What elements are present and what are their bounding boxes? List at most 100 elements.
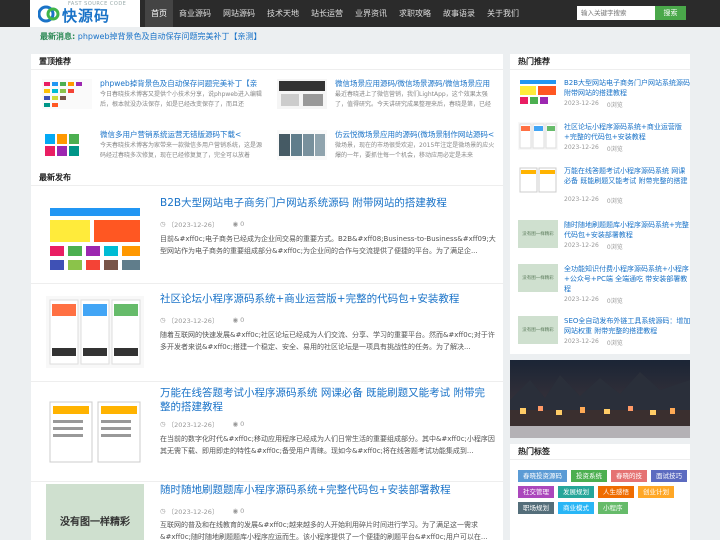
nav-about[interactable]: 关于我们 [481,0,525,27]
tag-item[interactable]: 人生感悟 [598,486,634,498]
tag-item[interactable]: 创业计划 [638,486,674,498]
featured-thumb[interactable] [42,79,92,109]
sidebar-banner[interactable] [510,360,690,438]
rec-thumb[interactable]: 没有图一样精彩 [518,316,558,344]
featured-item-desc: 今天春晓技术博客为家带来一款微信多用户营销系统，这是源码经过春晓多次修复，现在已… [100,142,262,159]
featured-item-title[interactable]: 微信多用户营销系统运营无错版源码下载< [100,129,260,140]
article-comments[interactable]: ◉ 0 [232,506,244,516]
eye-icon: ◉ [232,507,239,515]
nav-webmaster[interactable]: 站长运营 [305,0,349,27]
thumbnail-image [46,204,144,276]
rec-item-title[interactable]: SEO全自动发布外链工具系统源码：增加网站权重 附带完整的搭建教程 [564,316,692,337]
nav-tech[interactable]: 技术天地 [261,0,305,27]
article-title[interactable]: B2B大型网站电子商务门户网站系统源码 附带网站的搭建教程 [160,196,490,210]
tag-item[interactable]: 商业模式 [558,502,594,514]
top-header: FAST SOURCE CODE 快源码 首页 商业源码 网站源码 技术天地 站… [0,0,720,27]
latest-title: 最新发布 [31,170,503,186]
featured-title: 置顶推荐 [31,54,503,70]
sidebar-tags-panel: 热门标签 春晓投资源码 投资系统 春晓的技 面试技巧 社交管理 发展规划 人生感… [510,444,690,540]
no-image-placeholder: 没有图一样精彩 [518,220,558,248]
featured-item[interactable]: phpweb掉背景色及自动保存问题完美补丁【亲 今日春晓技术博客又提供个小技术分… [42,74,262,127]
nav-industry[interactable]: 业界资讯 [349,0,393,27]
rec-item-title[interactable]: B2B大型网站电子商务门户网站系统源码 附带网站的搭建教程 [564,78,692,99]
thumbnail-image [46,396,144,468]
rec-thumb[interactable]: 没有图一样精彩 [518,220,558,248]
rec-thumb[interactable] [518,78,558,106]
article-thumb[interactable] [46,296,144,368]
article-comments[interactable]: ◉ 0 [232,315,244,325]
article-excerpt: 随着互联网的快速发展&#xff0c;社区论坛已经成为人们交流、分享、学习的重要平… [160,331,495,351]
nav-stories[interactable]: 故事语录 [437,0,481,27]
featured-thumb[interactable] [277,79,327,109]
search-button[interactable]: 搜索 [655,6,686,20]
featured-panel: 置顶推荐 phpweb掉背景色及自动保存问题完美补丁【亲 今日春晓技术博客又提供… [31,54,503,170]
article-title[interactable]: 随时随地刷题题库小程序源码系统+完整代码包+安装部署教程 [160,483,490,497]
sidebar-rec-item[interactable]: B2B大型网站电子商务门户网站系统源码 附带网站的搭建教程 2023-12-26… [518,78,698,124]
tag-item[interactable]: 社交管理 [518,486,554,498]
article-comments[interactable]: ◉ 0 [232,219,244,229]
rec-item-meta: 2023-12-26 0浏览 [564,338,623,347]
featured-item-title[interactable]: 仿云悦微场景应用的源码(微场景制作网站源码< [335,129,495,140]
article-excerpt: 目前&#xff0c;电子商务已经成为企业间交易的重要方式。B2B&#xff08;… [160,235,496,255]
thumbnail-image [46,296,144,368]
ticker-label: 最新消息: [40,32,76,41]
sidebar-tags-title: 热门标签 [510,444,690,460]
rec-item-meta: 2023-12-26 0浏览 [564,242,623,251]
featured-item[interactable]: 微信场景应用源码/微信场景源码/微信场景应用 最近春晓进上了微信营销，我们Lig… [277,74,497,127]
site-logo[interactable]: FAST SOURCE CODE 快源码 [30,0,140,27]
sidebar-rec-item[interactable]: 没有图一样精彩 随时随地刷题题库小程序源码系统+完整代码包+安装部署教程 202… [518,220,698,266]
rec-item-title[interactable]: 社区论坛小程序源码系统+商业运营版+完整的代码包+安装教程 [564,122,692,143]
article-date: ◷ 〔2023-12-26〕 [160,315,218,325]
rec-item-title[interactable]: 万能在线答题考试小程序源码系统 网课必备 既能刷题又能考试 附带完整的搭建教程 [564,166,692,187]
tag-item[interactable]: 春晓投资源码 [518,470,567,482]
tag-item[interactable]: 小程序 [598,502,628,514]
clock-icon: ◷ [160,420,166,428]
article-date: ◷ 〔2023-12-26〕 [160,419,218,429]
article-thumb[interactable] [46,204,144,276]
featured-thumb[interactable] [42,130,92,160]
rec-item-meta: 2023-12-26 0浏览 [564,144,623,153]
rec-item-title[interactable]: 随时随地刷题题库小程序源码系统+完整代码包+安装部署教程 [564,220,692,241]
tag-item[interactable]: 职场规划 [518,502,554,514]
article-thumb[interactable]: 没有图一样精彩 [46,484,144,540]
featured-item-title[interactable]: phpweb掉背景色及自动保存问题完美补丁【亲 [100,78,260,89]
nav-website-source[interactable]: 网站源码 [217,0,261,27]
tag-item[interactable]: 面试技巧 [651,470,687,482]
eye-icon: ◉ [232,420,239,428]
no-image-placeholder: 没有图一样精彩 [46,484,144,540]
rec-item-title[interactable]: 全功能知识付费小程序源码系统+小程序+公众号+PC端 全端通吃 带安装部署教程 [564,264,692,295]
article-title[interactable]: 社区论坛小程序源码系统+商业运营版+完整的代码包+安装教程 [160,292,490,306]
main-nav: 首页 商业源码 网站源码 技术天地 站长运营 业界资讯 求职攻略 故事语录 关于… [145,0,525,27]
sidebar-rec-item[interactable]: 万能在线答题考试小程序源码系统 网课必备 既能刷题又能考试 附带完整的搭建教程 … [518,166,698,212]
sidebar-rec-title: 热门推荐 [510,54,690,70]
article-thumb[interactable] [46,396,144,468]
featured-item-desc: 最近春晓进上了微信营销，我们LightApp，这个效果太强了，值得研究。今天讲研… [335,91,492,108]
article-date: ◷ 〔2023-12-26〕 [160,219,218,229]
sidebar-rec-item[interactable]: 没有图一样精彩 全功能知识付费小程序源码系统+小程序+公众号+PC端 全端通吃 … [518,264,698,310]
featured-item-title[interactable]: 微信场景应用源码/微信场景源码/微信场景应用 [335,78,495,89]
banner-image [510,360,690,438]
nav-commercial[interactable]: 商业源码 [173,0,217,27]
article-item: 没有图一样精彩 随时随地刷题题库小程序源码系统+完整代码包+安装部署教程 ◷ 〔2… [31,476,503,540]
rec-date: 2023-12-26 [564,196,599,203]
tag-item[interactable]: 春晓的技 [611,470,647,482]
nav-career[interactable]: 求职攻略 [393,0,437,27]
rec-views: 0浏览 [606,340,623,347]
thumbnail-image [42,79,92,109]
featured-item-desc: 今日春晓技术博客又提供个小技术分享，说phpweb进入编辑后，根本就没办法保存，… [100,91,262,108]
featured-thumb[interactable] [277,130,327,160]
rec-thumb[interactable]: 没有图一样精彩 [518,264,558,292]
search-input[interactable] [577,6,655,20]
rec-views: 0浏览 [606,146,623,153]
sidebar-rec-item[interactable]: 社区论坛小程序源码系统+商业运营版+完整的代码包+安装教程 2023-12-26… [518,122,698,168]
tag-item[interactable]: 发展规划 [558,486,594,498]
ticker-link[interactable]: phpweb掉背景色及自动保存问题完美补丁【亲测】 [78,32,262,41]
nav-home[interactable]: 首页 [145,0,173,27]
article-comments[interactable]: ◉ 0 [232,419,244,429]
rec-thumb[interactable] [518,166,558,194]
rec-date: 2023-12-26 [564,296,599,303]
rec-thumb[interactable] [518,122,558,150]
article-title[interactable]: 万能在线答题考试小程序源码系统 网课必备 既能刷题又能考试 附带完整的搭建教程 [160,386,490,414]
tag-item[interactable]: 投资系统 [571,470,607,482]
sidebar-rec-item[interactable]: 没有图一样精彩 SEO全自动发布外链工具系统源码：增加网站权重 附带完整的搭建教… [518,316,698,362]
